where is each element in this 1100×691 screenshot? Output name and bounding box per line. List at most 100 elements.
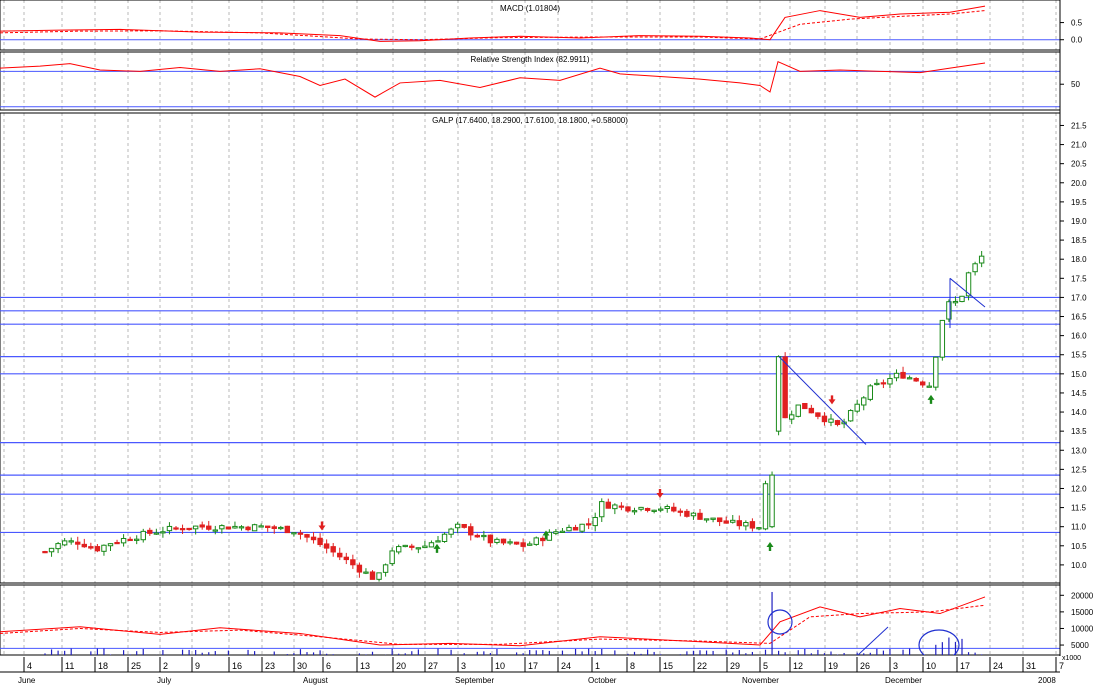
candle-body (893, 372, 900, 379)
candle-body (75, 541, 81, 545)
candle-body (671, 506, 677, 512)
candle-body (808, 407, 815, 414)
candle-body (94, 546, 101, 552)
candle-body (834, 420, 841, 426)
candle-body (55, 543, 61, 550)
candle-body (186, 527, 192, 531)
candle-body (710, 517, 716, 520)
price-tick-label: 16.5 (1071, 313, 1087, 322)
candle-body (101, 544, 107, 552)
candle-body (88, 546, 94, 549)
candle-body (978, 255, 985, 264)
price-tick-label: 12.5 (1071, 465, 1087, 474)
candle-body (703, 518, 710, 521)
day-label: 26 (860, 661, 870, 671)
candle-body (251, 524, 258, 532)
day-label: 23 (265, 661, 275, 671)
candle-body (697, 512, 703, 520)
candle-body (553, 531, 559, 534)
day-label: 30 (297, 661, 307, 671)
day-label: 16 (232, 661, 242, 671)
price-title: GALP (17.6400, 18.2900, 17.6100, 18.1800… (432, 116, 628, 125)
candle-body (625, 506, 631, 512)
day-label: 19 (828, 661, 838, 671)
candle-body (192, 525, 199, 530)
candle-body (952, 300, 959, 304)
candle-body (291, 532, 297, 535)
candle-body (651, 509, 657, 512)
candle-body (762, 483, 769, 530)
price-tick-label: 10.0 (1071, 561, 1087, 570)
candle-body (206, 525, 212, 530)
candle-body (297, 532, 304, 535)
candle-body (861, 397, 867, 406)
candle-body (828, 418, 834, 423)
candle-body (743, 522, 749, 527)
candle-body (382, 564, 389, 573)
candle-body (219, 525, 225, 530)
day-label: 29 (730, 661, 740, 671)
candle-body (317, 537, 323, 546)
buy-arrow (433, 543, 441, 553)
price-tick-label: 12.0 (1071, 484, 1087, 493)
candle-body (775, 356, 782, 432)
candle-body (232, 525, 238, 529)
candle-body (756, 527, 762, 530)
candle-body (409, 545, 415, 548)
candle-body (173, 527, 179, 530)
candle-body (736, 520, 742, 527)
candle-body (468, 526, 474, 536)
candle-body (265, 525, 271, 529)
day-label: 4 (27, 661, 32, 671)
candle-body (245, 526, 251, 531)
candle-body (68, 540, 74, 543)
month-label: November (742, 676, 779, 685)
candle-body (61, 540, 68, 546)
candle-body (789, 414, 795, 420)
price-tick-label: 11.5 (1071, 504, 1087, 513)
candle-body (749, 521, 756, 529)
price-tick-label: 17.0 (1071, 293, 1087, 302)
price-tick-label: 18.0 (1071, 255, 1087, 264)
candle-body (376, 572, 382, 580)
candle-body (212, 529, 219, 532)
sell-arrow (656, 489, 664, 499)
rsi-tick-label: 50 (1071, 80, 1080, 89)
candle-body (415, 547, 422, 550)
volume-tick-label: 10000 (1071, 624, 1094, 633)
candle-body (389, 550, 395, 565)
candle-body (730, 519, 736, 523)
candle-body (147, 529, 153, 534)
candle-body (906, 377, 913, 380)
candle-body (120, 537, 127, 544)
candle-body (448, 528, 454, 535)
candle-body (959, 295, 965, 303)
candle-body (579, 523, 585, 532)
day-label: 2 (163, 661, 168, 671)
candle-body (585, 523, 592, 526)
price-tick-label: 17.5 (1071, 274, 1087, 283)
candle-body (487, 534, 494, 544)
price-tick-label: 10.5 (1071, 542, 1087, 551)
candle-body (520, 542, 526, 547)
candle-body (127, 538, 133, 542)
day-label: 20 (396, 661, 406, 671)
candle-body (592, 517, 598, 527)
candle-body (284, 525, 291, 534)
day-label: 25 (131, 661, 141, 671)
macd-title: MACD (1.01804) (500, 4, 560, 13)
candle-body (664, 506, 670, 509)
candle-body (847, 410, 854, 422)
candle-body (481, 534, 487, 538)
candle-body (618, 505, 625, 508)
candle-body (494, 538, 500, 543)
candle-body (815, 412, 821, 417)
candle-body (605, 501, 611, 509)
price-tick-label: 21.0 (1071, 141, 1087, 150)
candle-body (48, 547, 55, 553)
price-tick-label: 13.5 (1071, 427, 1087, 436)
candle-body (527, 543, 533, 546)
month-label: 2008 (1038, 676, 1056, 685)
volume-panel: x1000 (0, 584, 1081, 662)
day-label: 10 (495, 661, 505, 671)
